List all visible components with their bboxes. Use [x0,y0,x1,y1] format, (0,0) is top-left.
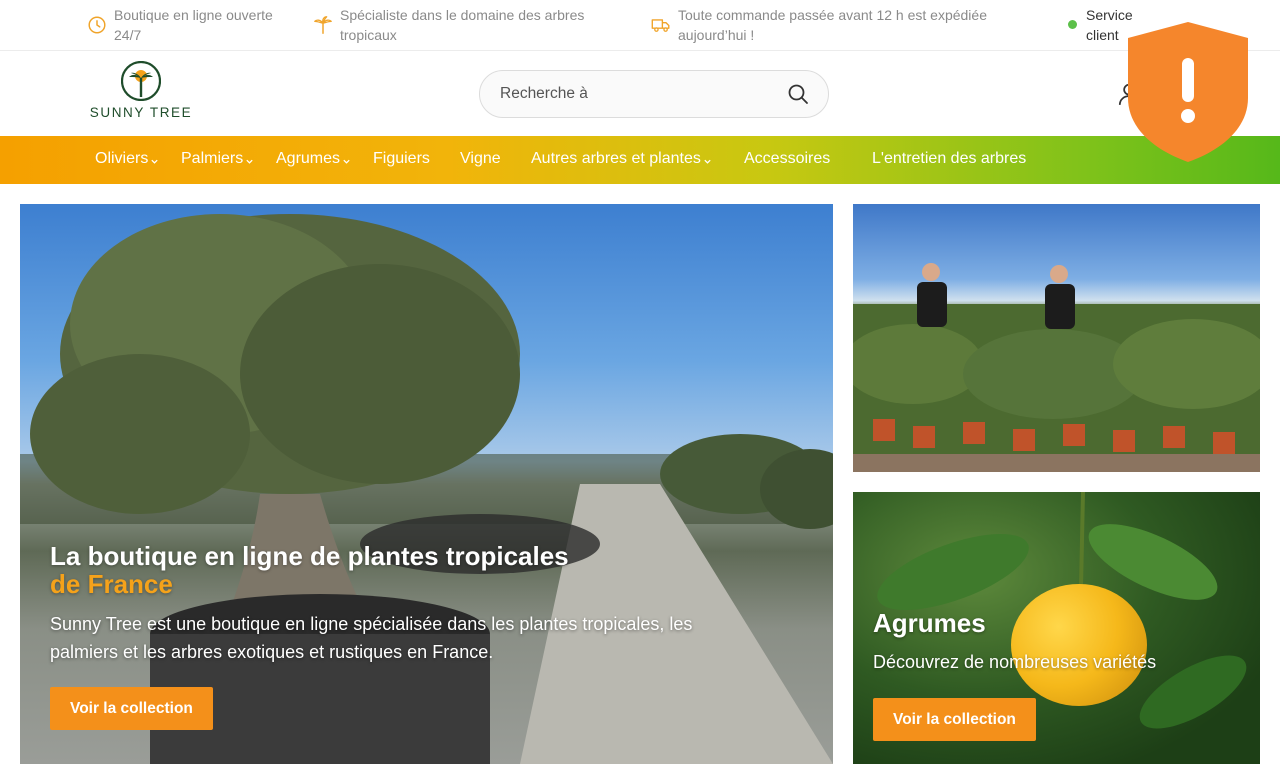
agrumes-collection-button[interactable]: Voir la collection [873,698,1036,741]
shield-alert-icon[interactable] [1126,20,1250,164]
search-input[interactable] [500,71,780,117]
nav-label: Accessoires [744,150,831,167]
hero-title-main: La boutique en ligne de plantes tropical… [50,541,569,571]
nav-item-agrumes[interactable]: Agrumes [276,150,351,168]
orange-fruit [1011,584,1147,706]
agrumes-card[interactable]: Agrumes Découvrez de nombreuses variétés… [853,492,1260,764]
nav-label: Autres arbres et plantes [531,150,701,167]
topbar-item-shipping: Toute commande passée avant 12 h est exp… [650,5,1010,45]
clock-icon [88,16,106,34]
nursery-team-image[interactable] [853,204,1260,472]
palm-icon [314,16,332,34]
nav-label: Palmiers [181,150,244,167]
search-bar[interactable] [479,70,829,118]
top-info-bar: Boutique en ligne ouverte 24/7 Spécialis… [0,0,1280,51]
topbar-text-specialist: Spécialiste dans le domaine des arbres t… [340,7,585,43]
nav-item-oliviers[interactable]: Oliviers [95,150,159,168]
agrumes-title: Agrumes [873,608,986,638]
nav-item-accessoires[interactable]: Accessoires [744,150,830,168]
nav-item-autres-arbres[interactable]: Autres arbres et plantes [531,150,712,168]
hero-collection-button[interactable]: Voir la collection [50,687,213,730]
nav-item-figuiers[interactable]: Figuiers [373,150,430,168]
hero-banner: La boutique en ligne de plantes tropical… [20,204,833,764]
agrumes-description: Découvrez de nombreuses variétés [873,652,1157,672]
topbar-item-open: Boutique en ligne ouverte 24/7 [86,5,286,45]
nav-label: L'entretien des arbres [872,150,1027,167]
logo-palm-icon [121,61,161,101]
nav-label: Figuiers [373,150,430,167]
site-logo[interactable]: SUNNY TREE [86,61,196,129]
chevron-down-icon [151,159,158,164]
chevron-down-icon [704,159,711,164]
search-icon[interactable] [786,82,810,106]
chevron-down-icon [246,159,253,164]
nav-item-vigne[interactable]: Vigne [460,150,501,168]
chevron-down-icon [343,159,350,164]
topbar-text-open: Boutique en ligne ouverte 24/7 [114,7,273,43]
topbar-item-specialist: Spécialiste dans le domaine des arbres t… [312,5,612,45]
nav-label: Oliviers [95,150,149,167]
nav-label: Vigne [460,150,501,167]
hero-title-accent: de France [50,569,173,599]
hero-description: Sunny Tree est une boutique en ligne spé… [50,614,693,662]
truck-icon [651,19,670,32]
site-header: SUNNY TREE [0,51,1280,136]
nav-item-palmiers[interactable]: Palmiers [181,150,254,168]
nav-label: Agrumes [276,150,341,167]
online-status-dot [1068,20,1077,29]
topbar-text-shipping: Toute commande passée avant 12 h est exp… [678,7,987,43]
logo-text: SUNNY TREE [89,105,193,120]
main-navigation: Oliviers Palmiers Agrumes Figuiers Vigne… [0,136,1280,184]
nursery-illustration [853,263,1260,472]
olive-tree-image [20,214,833,764]
hero-title: La boutique en ligne de plantes tropical… [50,542,569,598]
nav-item-entretien[interactable]: L'entretien des arbres [872,150,1026,168]
